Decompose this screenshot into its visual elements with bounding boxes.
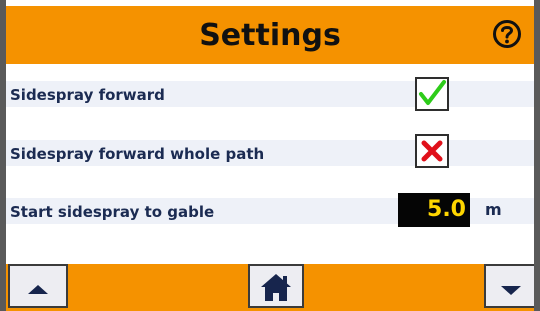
gable-distance-input[interactable]: 5.0 xyxy=(398,193,470,227)
gable-distance-value: 5.0 xyxy=(427,197,466,222)
setting-row-sidespray-forward-whole-path: Sidespray forward whole path xyxy=(6,140,534,166)
sidespray-forward-whole-path-checkbox[interactable] xyxy=(415,134,449,168)
sidespray-forward-checkbox[interactable] xyxy=(415,77,449,111)
scroll-up-button[interactable] xyxy=(8,264,68,308)
scroll-down-button[interactable] xyxy=(484,264,538,308)
home-icon xyxy=(261,274,291,301)
gable-distance-unit: m xyxy=(485,200,502,219)
question-circle-icon[interactable] xyxy=(492,19,522,49)
page-title: Settings xyxy=(199,18,341,53)
setting-row-sidespray-forward: Sidespray forward xyxy=(6,81,534,107)
setting-label: Start sidespray to gable xyxy=(10,203,215,221)
green-check-icon xyxy=(419,80,446,105)
up-arrow-icon xyxy=(28,285,48,294)
red-x-icon xyxy=(421,140,443,162)
home-button[interactable] xyxy=(248,264,304,308)
settings-screen: Settings Sidespray forward Sidespray for… xyxy=(0,0,540,311)
header-bar: Settings xyxy=(6,6,534,64)
down-arrow-icon xyxy=(501,286,521,295)
setting-label: Sidespray forward whole path xyxy=(10,145,265,163)
setting-label: Sidespray forward xyxy=(10,86,165,104)
